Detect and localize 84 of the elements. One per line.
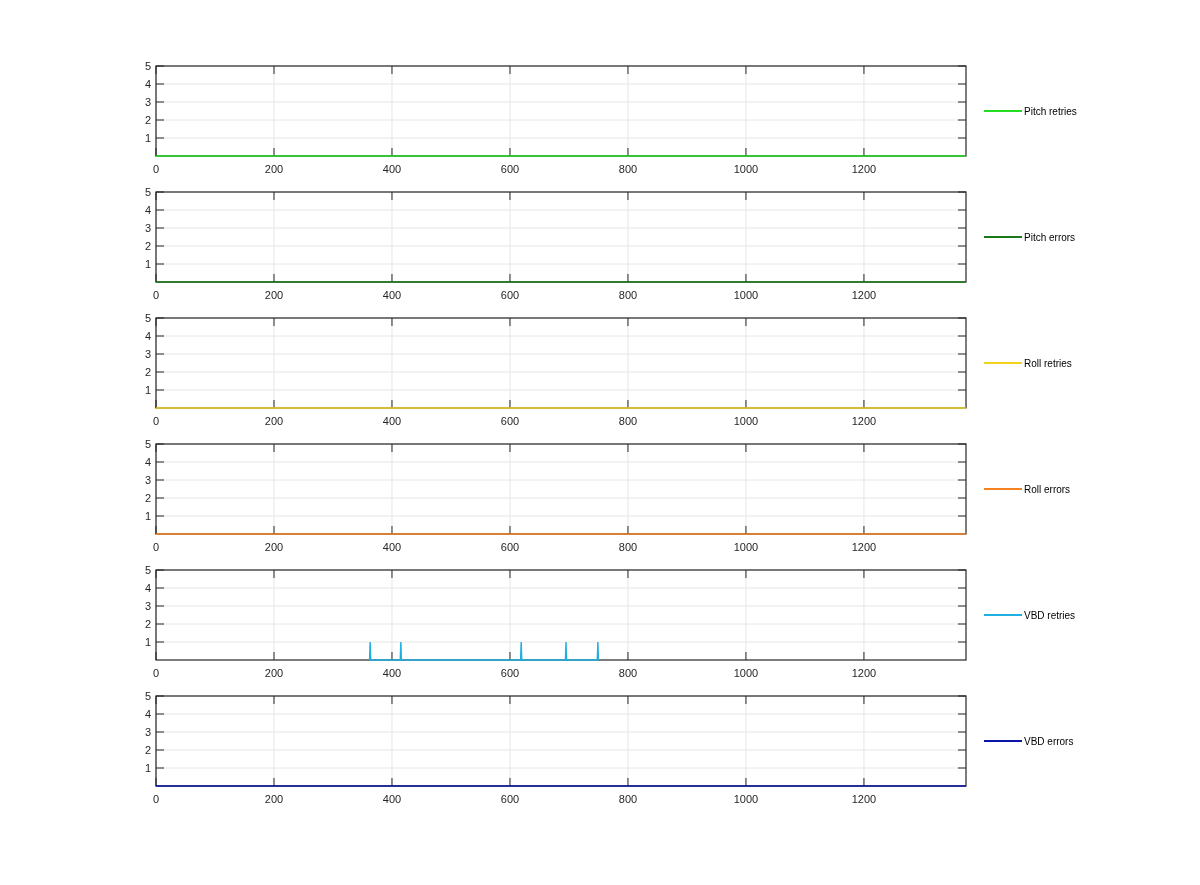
legend-line-icon — [983, 110, 1023, 112]
tick-label: 800 — [618, 415, 638, 427]
tick-label: 600 — [500, 415, 520, 427]
tick-label: 200 — [264, 667, 284, 679]
tick-label: 1200 — [851, 415, 877, 427]
tick-label: 5 — [144, 186, 151, 198]
tick-label: 1000 — [733, 163, 759, 175]
tick-label: 5 — [144, 60, 151, 72]
legend-label: Roll retries — [1024, 358, 1072, 369]
tick-label: 1 — [144, 384, 151, 396]
tick-label: 200 — [264, 415, 284, 427]
tick-label: 400 — [382, 163, 402, 175]
legend-label: VBD retries — [1024, 610, 1076, 621]
tick-label: 0 — [152, 667, 160, 679]
legend-label: Roll errors — [1024, 484, 1071, 495]
tick-label: 200 — [264, 793, 284, 805]
tick-label: 0 — [152, 793, 160, 805]
tick-label: 600 — [500, 541, 520, 553]
tick-label: 800 — [618, 163, 638, 175]
tick-label: 1000 — [733, 289, 759, 301]
tick-label: 3 — [144, 600, 151, 612]
legend-label: Pitch errors — [1024, 232, 1076, 243]
tick-label: 1000 — [733, 415, 759, 427]
tick-label: 1 — [144, 762, 151, 774]
tick-label: 3 — [144, 96, 151, 108]
legend-line-icon — [983, 614, 1023, 616]
tick-label: 2 — [144, 240, 151, 252]
tick-label: 4 — [144, 708, 151, 720]
tick-label: 400 — [382, 289, 402, 301]
tick-label: 1200 — [851, 793, 877, 805]
tick-label: 0 — [152, 163, 160, 175]
tick-label: 800 — [618, 667, 638, 679]
tick-label: 1000 — [733, 793, 759, 805]
tick-label: 200 — [264, 541, 284, 553]
tick-label: 400 — [382, 667, 402, 679]
tick-label: 600 — [500, 163, 520, 175]
legend-line-icon — [983, 488, 1023, 490]
tick-label: 3 — [144, 348, 151, 360]
legend-line-icon — [983, 236, 1023, 238]
tick-label: 200 — [264, 163, 284, 175]
tick-label: 200 — [264, 289, 284, 301]
legend-label: Pitch retries — [1024, 106, 1077, 117]
tick-label: 600 — [500, 289, 520, 301]
tick-label: 1200 — [851, 667, 877, 679]
tick-label: 5 — [144, 690, 151, 702]
tick-label: 800 — [618, 541, 638, 553]
tick-label: 3 — [144, 474, 151, 486]
tick-label: 1200 — [851, 541, 877, 553]
tick-label: 800 — [618, 289, 638, 301]
tick-label: 0 — [152, 415, 160, 427]
tick-label: 4 — [144, 582, 151, 594]
tick-label: 2 — [144, 114, 151, 126]
tick-label: 4 — [144, 204, 151, 216]
tick-label: 3 — [144, 726, 151, 738]
tick-label: 4 — [144, 330, 151, 342]
tick-label: 400 — [382, 541, 402, 553]
legend-line-icon — [983, 740, 1023, 742]
tick-label: 1200 — [851, 163, 877, 175]
tick-label: 1 — [144, 132, 151, 144]
tick-label: 2 — [144, 366, 151, 378]
tick-label: 2 — [144, 744, 151, 756]
tick-label: 4 — [144, 456, 151, 468]
tick-label: 400 — [382, 415, 402, 427]
tick-label: 600 — [500, 667, 520, 679]
tick-label: 2 — [144, 618, 151, 630]
tick-label: 600 — [500, 793, 520, 805]
tick-label: 1 — [144, 258, 151, 270]
tick-label: 1200 — [851, 289, 877, 301]
tick-label: 1000 — [733, 667, 759, 679]
tick-label: 5 — [144, 312, 151, 324]
tick-label: 1 — [144, 636, 151, 648]
tick-label: 2 — [144, 492, 151, 504]
tick-label: 5 — [144, 564, 151, 576]
tick-label: 1000 — [733, 541, 759, 553]
tick-label: 800 — [618, 793, 638, 805]
tick-label: 0 — [152, 289, 160, 301]
tick-label: 4 — [144, 78, 151, 90]
tick-label: 1 — [144, 510, 151, 522]
tick-label: 5 — [144, 438, 151, 450]
legend-label: VBD errors — [1024, 736, 1074, 747]
tick-label: 3 — [144, 222, 151, 234]
tick-label: 0 — [152, 541, 160, 553]
tick-label: 400 — [382, 793, 402, 805]
legend-line-icon — [983, 362, 1023, 364]
